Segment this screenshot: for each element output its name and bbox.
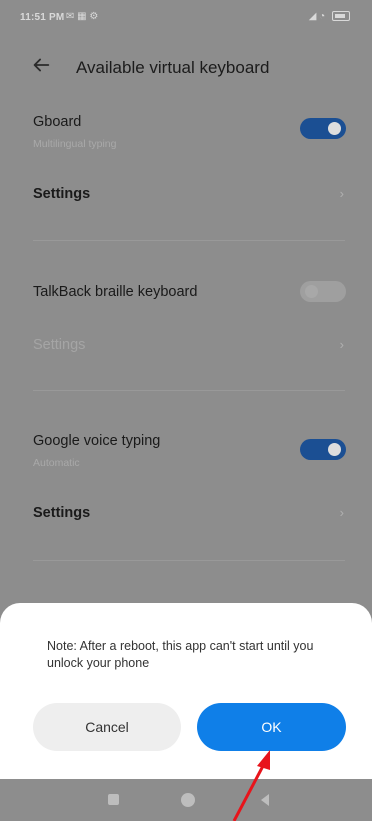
header: Available virtual keyboard (0, 46, 372, 90)
signal-wifi-icons: ◢ ◔ (309, 11, 350, 22)
settings-label: Settings (33, 337, 86, 353)
confirmation-dialog: Note: After a reboot, this app can't sta… (0, 603, 372, 779)
keyboard-name: TalkBack braille keyboard (33, 284, 198, 300)
settings-label: Settings (33, 186, 91, 202)
home-icon[interactable] (181, 793, 195, 807)
toggle-knob (328, 122, 341, 135)
status-bar: 11:51 PM ✉ ▦ ⚙ ◢ ◔ (0, 0, 372, 34)
recent-apps-icon[interactable] (108, 794, 119, 805)
divider (33, 390, 345, 391)
notification-icons: ✉ ▦ ⚙ (66, 11, 99, 22)
chevron-right-icon: › (339, 337, 344, 352)
keyboard-name: Google voice typing (33, 433, 161, 449)
talkback-toggle[interactable] (300, 281, 346, 302)
back-triangle-icon[interactable] (259, 793, 271, 807)
voice-typing-toggle[interactable] (300, 439, 346, 460)
keyboard-name: Gboard (33, 114, 82, 130)
keyboard-subtitle: Multilingual typing (33, 138, 117, 150)
chevron-right-icon: › (339, 186, 344, 201)
status-time: 11:51 PM (20, 12, 65, 23)
divider (33, 560, 345, 561)
dialog-message: Note: After a reboot, this app can't sta… (47, 639, 314, 670)
toggle-knob (328, 443, 341, 456)
chevron-right-icon: › (339, 505, 344, 520)
arrow-left-icon[interactable] (30, 54, 52, 76)
battery-icon (332, 11, 350, 22)
gboard-toggle[interactable] (300, 118, 346, 139)
keyboard-subtitle: Automatic (33, 457, 80, 469)
toggle-knob (305, 285, 318, 298)
page-title: Available virtual keyboard (76, 58, 270, 77)
ok-button[interactable]: OK (197, 703, 346, 751)
navigation-bar (0, 779, 372, 821)
signal-icon: ◢ ◔ (308, 11, 326, 22)
cancel-button[interactable]: Cancel (33, 703, 181, 751)
settings-label: Settings (33, 505, 91, 521)
divider (33, 240, 345, 241)
